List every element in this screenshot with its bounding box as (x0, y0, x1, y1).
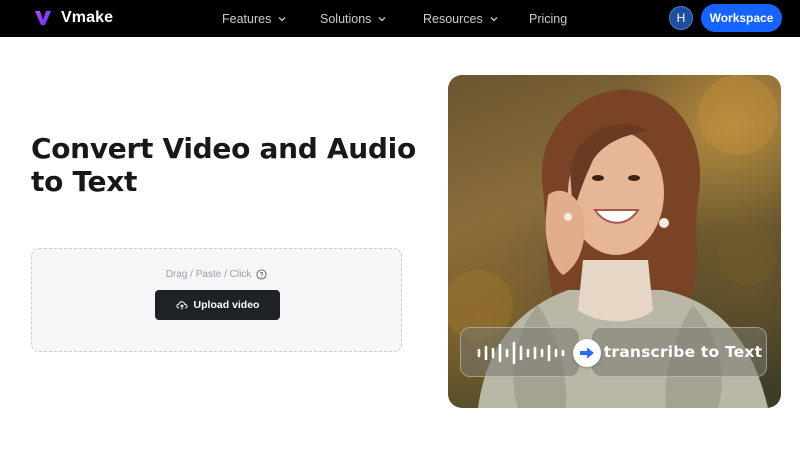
brand-logo[interactable]: Vmake (33, 8, 113, 28)
upload-video-label: Upload video (193, 299, 260, 311)
nav-solutions[interactable]: Solutions (320, 0, 387, 37)
arrow-right-icon (580, 347, 594, 359)
cloud-upload-icon (176, 301, 188, 310)
user-avatar[interactable]: H (669, 6, 693, 30)
upload-dropzone[interactable]: Drag / Paste / Click Upload video (31, 248, 402, 352)
waveform-icon (477, 341, 565, 365)
transcribe-label: transcribe to Text (603, 343, 763, 361)
upload-hint-text: Drag / Paste / Click (165, 269, 252, 280)
chevron-down-icon (378, 16, 386, 21)
arrow-badge (573, 339, 601, 367)
hero-image: transcribe to Text (448, 75, 781, 408)
brand-name: Vmake (61, 9, 114, 26)
upload-video-button[interactable]: Upload video (155, 290, 280, 320)
nav-pricing[interactable]: Pricing (529, 0, 567, 37)
nav-solutions-label: Solutions (320, 11, 372, 26)
nav-resources-label: Resources (423, 11, 483, 26)
page-title: Convert Video and Audio to Text (31, 132, 416, 198)
nav-features-label: Features (222, 11, 272, 26)
help-icon[interactable] (256, 269, 267, 280)
upload-hint: Drag / Paste / Click (32, 269, 401, 280)
top-nav: Vmake Features Solutions Resources Prici… (0, 0, 800, 37)
waveform-badge (460, 327, 580, 377)
vmake-logo-icon (35, 11, 51, 25)
transcribe-badge: transcribe to Text (591, 327, 767, 377)
nav-features[interactable]: Features (222, 0, 287, 37)
nav-pricing-label: Pricing (529, 11, 568, 26)
workspace-button[interactable]: Workspace (701, 4, 782, 32)
chevron-down-icon (278, 16, 286, 21)
nav-resources[interactable]: Resources (423, 0, 499, 37)
chevron-down-icon (490, 16, 498, 21)
